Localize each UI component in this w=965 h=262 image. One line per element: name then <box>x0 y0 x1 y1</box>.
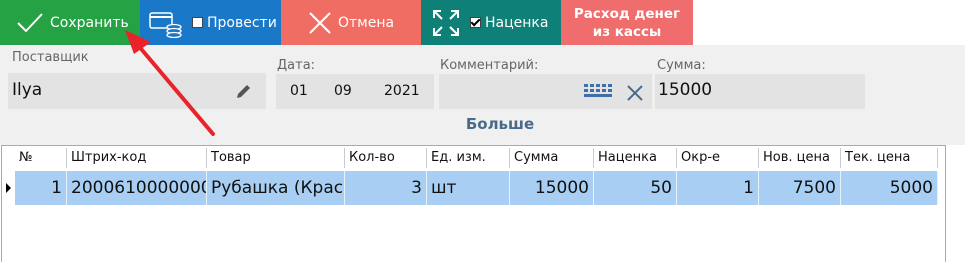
cancel-label: Отмена <box>338 14 395 31</box>
date-month[interactable]: 09 <box>334 83 352 99</box>
col-header-cur-price[interactable]: Тек. цена <box>841 148 938 168</box>
post-label: Провести <box>207 14 277 31</box>
markup-label: Наценка <box>485 14 549 31</box>
cell-cur-price[interactable]: 5000 <box>841 171 938 205</box>
col-header-product[interactable]: Товар <box>207 148 345 168</box>
date-day[interactable]: 01 <box>290 83 308 99</box>
cash-expense-line2: из кассы <box>592 23 662 40</box>
cash-expense-button[interactable]: Расход денег из кассы <box>561 0 693 45</box>
cell-product[interactable]: Рубашка (Крас <box>207 171 345 205</box>
cell-sum[interactable]: 15000 <box>510 171 594 205</box>
items-table: № Штрих-код Товар Кол-во Ед. изм. Сумма … <box>0 145 965 262</box>
col-header-rounding[interactable]: Окр-е <box>677 148 759 168</box>
sum-label: Сумма: <box>657 58 706 73</box>
cell-unit[interactable]: шт <box>427 171 510 205</box>
date-field[interactable]: 01 09 2021 <box>276 74 434 109</box>
cell-rounding[interactable]: 1 <box>677 171 759 205</box>
checkmark-icon <box>17 12 43 32</box>
comment-field[interactable] <box>439 74 652 109</box>
card-coins-icon <box>149 11 182 38</box>
post-checkbox[interactable] <box>192 17 203 28</box>
col-header-sum[interactable]: Сумма <box>510 148 594 168</box>
cancel-button[interactable]: Отмена <box>281 0 421 45</box>
save-label: Сохранить <box>50 14 129 31</box>
supplier-value: Ilya <box>12 80 43 100</box>
markup-toggle[interactable]: Наценка <box>421 0 561 45</box>
comment-label: Комментарий: <box>440 58 539 73</box>
document-header-form: Поставщик Ilya Дата: 01 09 2021 Коммента… <box>0 45 965 145</box>
keyboard-icon[interactable] <box>583 83 613 101</box>
cell-markup[interactable]: 50 <box>594 171 677 205</box>
col-header-new-price[interactable]: Нов. цена <box>759 148 841 168</box>
sum-field[interactable]: 15000 <box>655 74 865 109</box>
cell-new-price[interactable]: 7500 <box>759 171 841 205</box>
cell-num[interactable]: 1 <box>15 171 67 205</box>
more-toggle[interactable]: Больше <box>0 115 965 133</box>
supplier-field[interactable]: Ilya <box>8 73 266 109</box>
col-header-barcode[interactable]: Штрих-код <box>67 148 207 168</box>
sum-value: 15000 <box>658 80 713 100</box>
markup-checkbox[interactable] <box>470 17 481 28</box>
col-header-markup[interactable]: Наценка <box>594 148 677 168</box>
col-header-num[interactable]: № <box>15 148 67 168</box>
toolbar-spacer <box>693 0 965 45</box>
col-header-qty[interactable]: Кол-во <box>345 148 427 168</box>
toolbar: Сохранить Провести Отмена Наценка Расход… <box>0 0 965 45</box>
date-year[interactable]: 2021 <box>384 83 420 99</box>
supplier-label: Поставщик <box>12 50 89 65</box>
expand-arrows-icon <box>433 9 459 36</box>
clear-x-icon[interactable] <box>626 84 644 102</box>
row-pointer-icon <box>6 183 11 193</box>
cell-qty[interactable]: 3 <box>345 171 427 205</box>
close-x-icon <box>309 11 331 34</box>
pencil-icon[interactable] <box>235 82 253 100</box>
post-button[interactable]: Провести <box>140 0 281 45</box>
col-header-unit[interactable]: Ед. изм. <box>427 148 510 168</box>
cell-barcode[interactable]: 2000610000000 <box>67 171 207 205</box>
cash-expense-line1: Расход денег <box>573 5 681 22</box>
date-label: Дата: <box>277 58 316 73</box>
save-button[interactable]: Сохранить <box>0 0 140 45</box>
